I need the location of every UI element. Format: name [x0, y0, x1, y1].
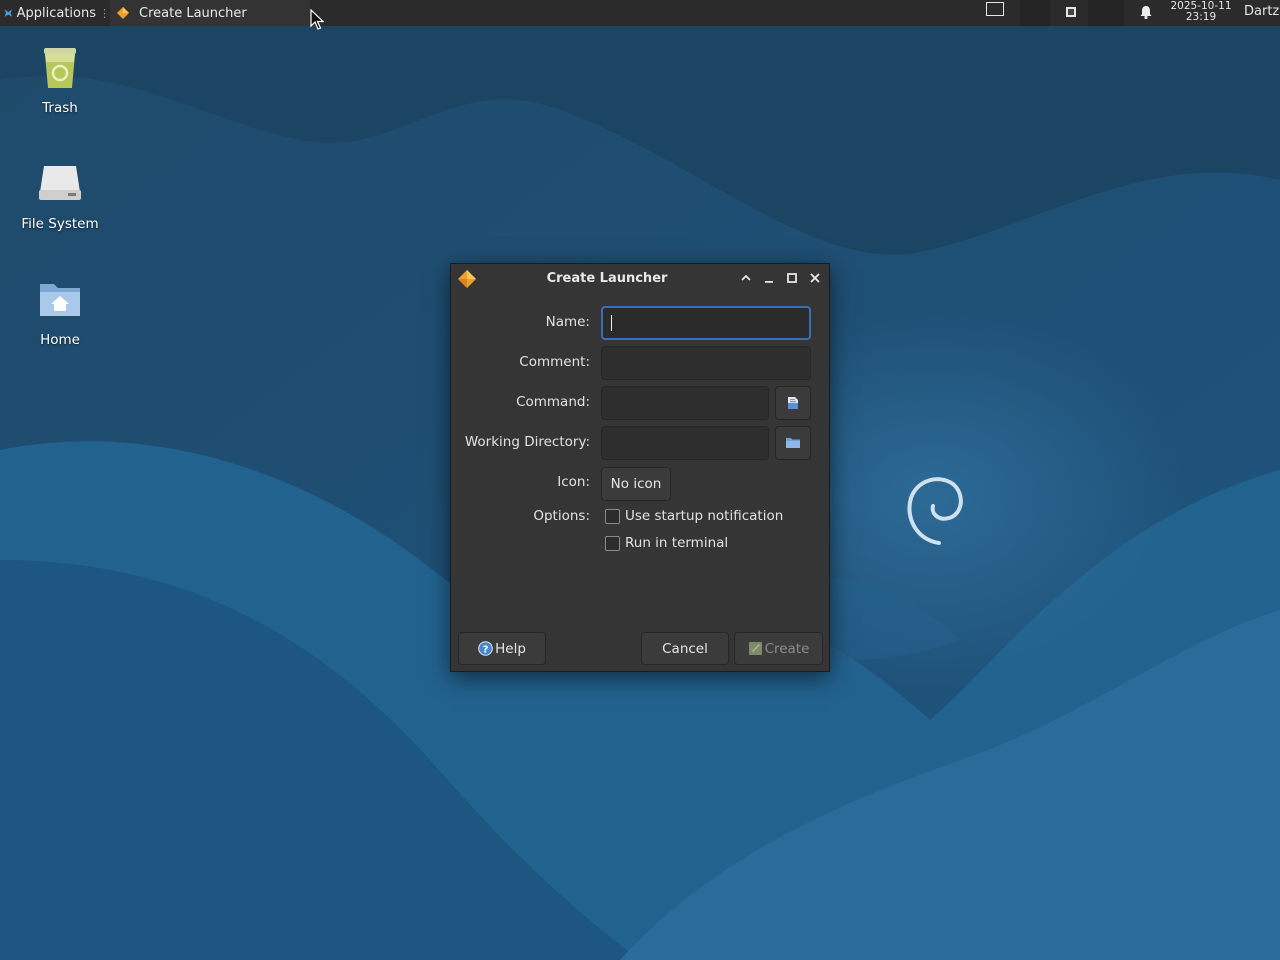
bell-icon[interactable] — [1138, 4, 1154, 20]
startup-notification-label[interactable]: Use startup notification — [625, 508, 783, 524]
command-input[interactable] — [601, 386, 769, 420]
taskbar-button-create-launcher[interactable]: Create Launcher — [110, 0, 310, 26]
folder-icon — [786, 438, 800, 448]
run-in-terminal-checkbox[interactable] — [605, 536, 620, 551]
minimize-icon[interactable] — [762, 271, 776, 285]
comment-input[interactable] — [601, 346, 811, 380]
dialog-titlebar[interactable]: Create Launcher — [451, 264, 829, 294]
maximize-icon[interactable] — [785, 271, 799, 285]
desktop-icon-file-system[interactable]: File System — [5, 158, 115, 232]
desktop-icon-label: Home — [40, 332, 80, 348]
svg-text:?: ? — [483, 645, 489, 656]
applications-label: Applications — [16, 5, 96, 21]
icon-picker-button[interactable]: No icon — [601, 467, 671, 501]
create-launcher-dialog: Create Launcher Name: Comment: Command: … — [450, 263, 830, 672]
clock-time: 23:19 — [1185, 11, 1217, 23]
panel-clock[interactable]: 2025-10-11 23:19 — [1166, 1, 1236, 23]
help-icon: ? — [478, 641, 493, 656]
drive-icon — [39, 166, 81, 200]
desktop-icon-label: Trash — [42, 100, 78, 116]
mouse-cursor-icon — [310, 9, 324, 30]
user-menu[interactable]: Dartz — [1244, 4, 1279, 19]
name-label: Name: — [545, 314, 590, 330]
launcher-diamond-icon — [117, 7, 129, 19]
xfce-mouse-icon — [4, 9, 13, 17]
top-panel: Applications ⋮ Create Launcher 2025-10-1… — [0, 0, 1280, 26]
browse-command-button[interactable] — [775, 386, 811, 420]
desktop-icon-home[interactable]: Home — [5, 274, 115, 348]
create-button[interactable]: Create — [734, 632, 823, 665]
panel-separator: ⋮ — [99, 6, 110, 20]
desktop-icon-label: File System — [21, 216, 99, 232]
working-directory-input[interactable] — [601, 426, 769, 460]
desktop-icon-trash[interactable]: Trash — [5, 42, 115, 116]
browse-directory-button[interactable] — [775, 426, 811, 460]
workspace-icon[interactable] — [986, 2, 1004, 16]
file-browse-icon — [788, 397, 798, 409]
cancel-button[interactable]: Cancel — [641, 632, 729, 665]
command-label: Command: — [516, 394, 590, 410]
create-icon — [748, 642, 762, 655]
create-button-label: Create — [764, 640, 810, 657]
options-label: Options: — [533, 508, 590, 524]
help-button-label: Help — [495, 640, 526, 657]
shade-chevron-up-icon[interactable] — [739, 271, 753, 285]
name-input[interactable] — [601, 306, 811, 340]
home-folder-icon — [40, 284, 80, 316]
working-directory-label: Working Directory: — [464, 434, 590, 450]
icon-label: Icon: — [557, 474, 590, 490]
text-caret — [611, 315, 612, 331]
tray-spacer — [1020, 0, 1050, 26]
close-icon[interactable] — [808, 271, 822, 285]
tray-spacer — [1088, 0, 1124, 26]
startup-notification-checkbox[interactable] — [605, 509, 620, 524]
trash-icon — [44, 48, 76, 88]
dialog-title: Create Launcher — [546, 271, 668, 286]
taskbar-button-label: Create Launcher — [139, 5, 247, 21]
help-button[interactable]: ? Help — [458, 632, 546, 665]
run-in-terminal-label[interactable]: Run in terminal — [625, 535, 728, 551]
applications-menu[interactable]: Applications ⋮ — [0, 0, 110, 26]
comment-label: Comment: — [519, 354, 590, 370]
tray-square-icon[interactable] — [1066, 7, 1076, 17]
